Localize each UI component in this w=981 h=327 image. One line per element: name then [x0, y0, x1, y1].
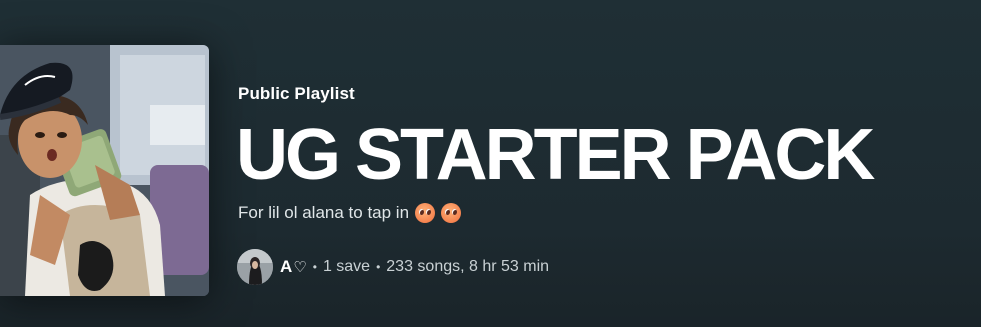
playlist-stats: 233 songs, 8 hr 53 min — [386, 258, 550, 275]
saves-count: 1 save — [322, 258, 371, 275]
pleading-face-emoji-icon — [415, 203, 436, 223]
playlist-cover-image[interactable] — [0, 45, 209, 296]
separator-dot: • — [312, 260, 317, 274]
playlist-header: Public Playlist UG STARTER PACK For lil … — [0, 0, 981, 327]
owner-name: A — [280, 257, 293, 276]
owner-name-link[interactable]: A ♡ — [280, 257, 307, 277]
playlist-title[interactable]: UG STARTER PACK — [236, 112, 875, 198]
owner-avatar[interactable] — [237, 249, 273, 285]
heart-outline-icon: ♡ — [293, 259, 307, 276]
pleading-face-emoji-icon — [441, 203, 462, 223]
playlist-description: For lil ol alana to tap in — [238, 203, 462, 223]
avatar-photo — [237, 249, 273, 285]
separator-dot: • — [376, 260, 381, 274]
playlist-type-label: Public Playlist — [238, 84, 355, 103]
description-text: For lil ol alana to tap in — [238, 203, 410, 222]
cover-photo — [0, 45, 209, 296]
playlist-byline: A ♡ • 1 save • 233 songs, 8 hr 53 min — [237, 249, 549, 285]
